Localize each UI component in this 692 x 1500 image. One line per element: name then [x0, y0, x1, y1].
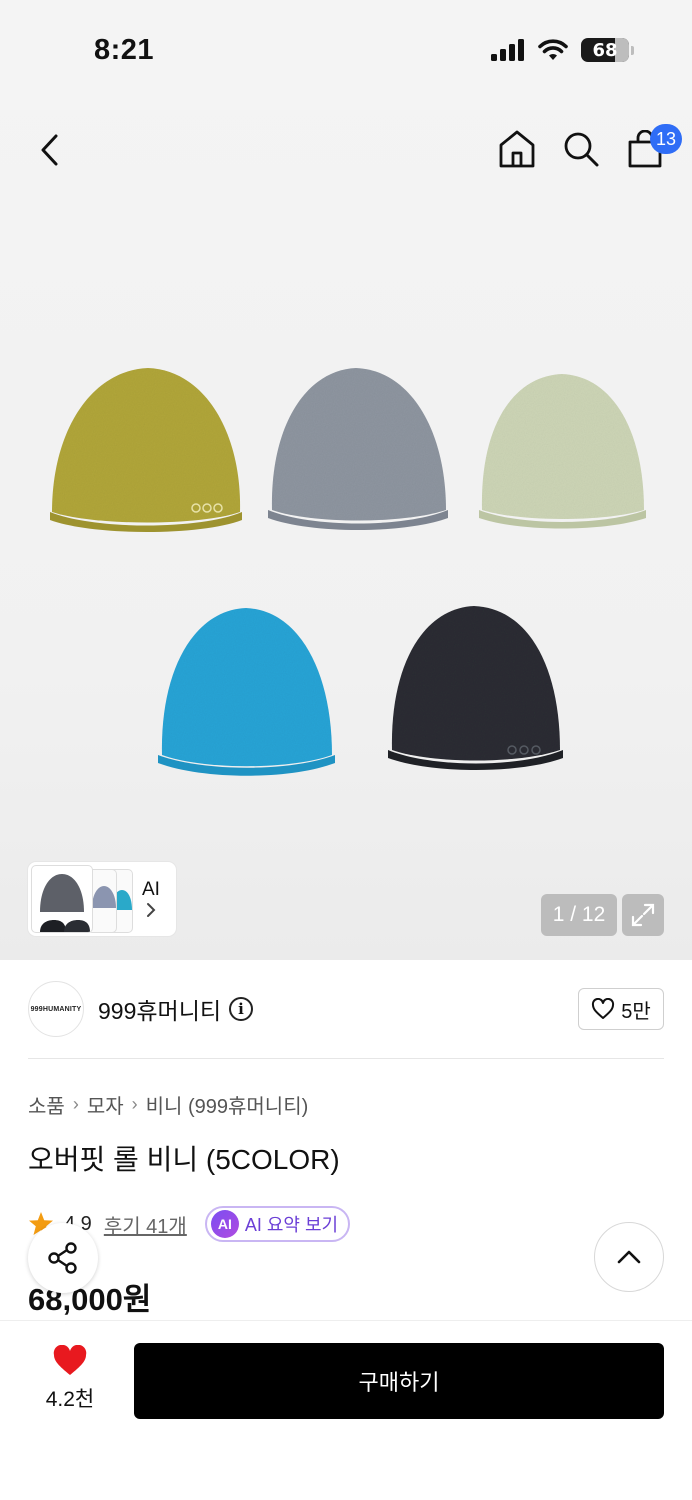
- ai-summary-label: AI 요약 보기: [244, 1215, 339, 1235]
- ai-badge-icon: AI: [210, 1210, 239, 1238]
- heart-filled-icon: [53, 1345, 87, 1375]
- status-bar: 8:21 68: [0, 0, 692, 100]
- info-icon[interactable]: i: [229, 997, 254, 1021]
- heart-outline-icon: [592, 998, 615, 1019]
- scroll-to-top-button[interactable]: [594, 1222, 664, 1292]
- home-button[interactable]: [496, 126, 538, 172]
- cart-button[interactable]: 13: [624, 124, 682, 172]
- chevron-right-icon: ›: [72, 1094, 79, 1114]
- search-icon: [564, 132, 599, 167]
- beanie-olive: [50, 368, 242, 532]
- beanie-black: [388, 606, 563, 770]
- battery-level: 68: [592, 39, 618, 61]
- chevron-right-icon: ›: [131, 1094, 138, 1114]
- breadcrumb: 소품 › 모자 › 비니 (999휴머니티): [28, 1090, 308, 1119]
- expand-icon: [631, 903, 655, 927]
- home-icon: [499, 130, 535, 168]
- chevron-left-icon: [41, 134, 58, 166]
- buy-button[interactable]: 구매하기: [134, 1343, 664, 1419]
- chevron-right-icon: [146, 903, 156, 917]
- brand-row: 999HUMANITY 999휴머니티 i 5만: [28, 980, 664, 1038]
- search-button[interactable]: [560, 126, 602, 172]
- reviews-link[interactable]: 후기 41개: [104, 1210, 187, 1239]
- top-nav-actions: 13: [496, 124, 682, 172]
- back-button[interactable]: [30, 128, 70, 172]
- beanie-gray: [268, 368, 448, 530]
- ai-similar-images-button[interactable]: AI: [28, 862, 176, 936]
- wishlist-button[interactable]: 4.2천: [30, 1345, 110, 1413]
- status-time: 8:21: [94, 34, 155, 66]
- beanie-sky-blue: [158, 608, 335, 776]
- brand-like-count: 5만: [621, 1000, 651, 1023]
- ai-label: AI: [142, 879, 160, 919]
- ai-thumb-text: AI: [142, 879, 160, 900]
- wishlist-count: 4.2천: [45, 1388, 95, 1411]
- breadcrumb-item[interactable]: 모자: [87, 1090, 124, 1119]
- breadcrumb-item[interactable]: 비니 (999휴머니티): [146, 1090, 309, 1119]
- cellular-signal-icon: [491, 39, 524, 61]
- beanie-sage: [479, 374, 646, 529]
- breadcrumb-item[interactable]: 소품: [28, 1090, 65, 1119]
- chevron-up-icon: [617, 1250, 641, 1264]
- ai-summary-button[interactable]: AI AI 요약 보기: [204, 1206, 351, 1242]
- share-button[interactable]: [28, 1223, 98, 1293]
- brand-like-button[interactable]: 5만: [578, 988, 664, 1030]
- image-counter: 1 / 12: [541, 894, 617, 936]
- divider: [28, 1058, 664, 1059]
- brand-name[interactable]: 999휴머니티: [98, 992, 221, 1026]
- status-icons: 68: [491, 38, 634, 62]
- bottom-action-bar: 4.2천 구매하기: [0, 1320, 692, 1500]
- fullscreen-button[interactable]: [622, 894, 664, 936]
- product-title: 오버핏 롤 비니 (5COLOR): [28, 1144, 340, 1175]
- cart-count-badge: 13: [649, 124, 682, 154]
- thumbnail-stack: [32, 866, 132, 932]
- battery-indicator: 68: [581, 38, 629, 62]
- brand-logo[interactable]: 999HUMANITY: [28, 981, 84, 1037]
- share-icon: [48, 1242, 77, 1274]
- product-image[interactable]: [0, 340, 692, 800]
- wifi-icon: [538, 39, 568, 60]
